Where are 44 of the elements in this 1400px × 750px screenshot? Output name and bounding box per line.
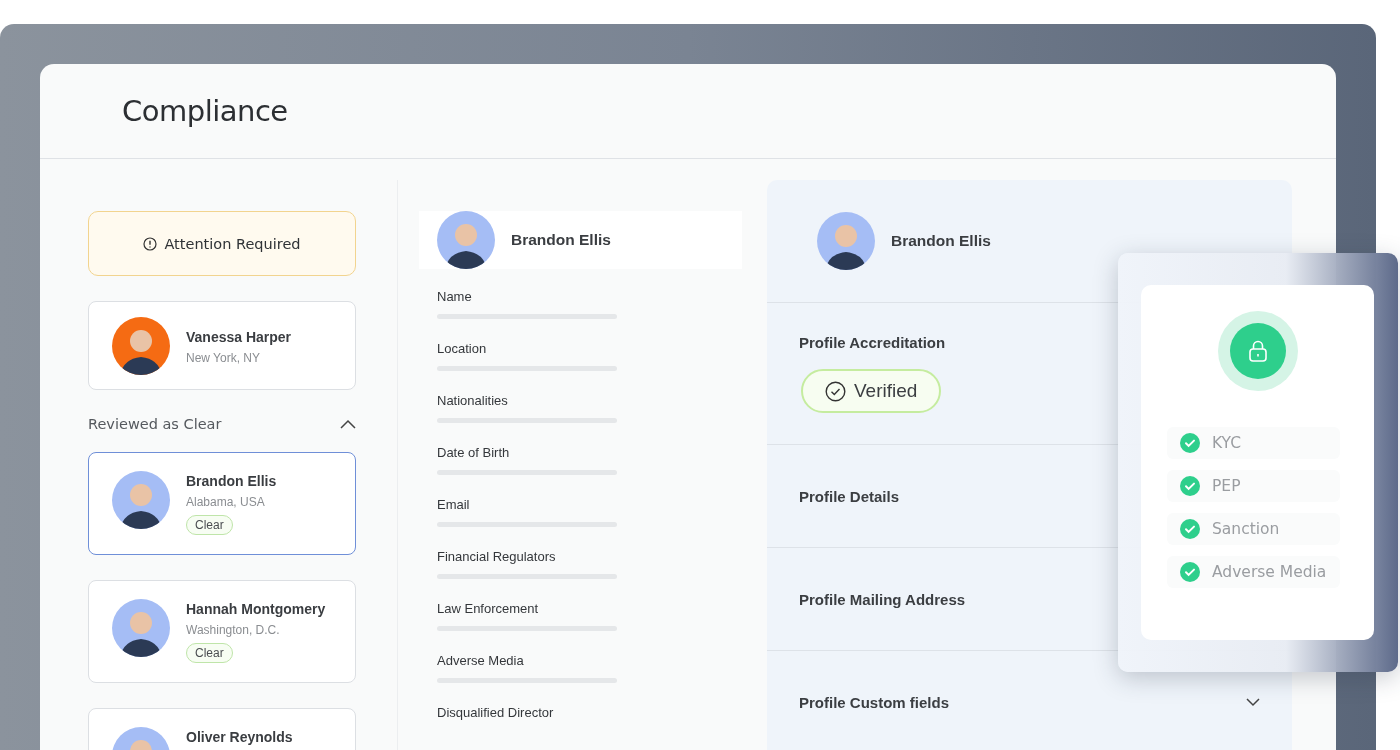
person-location: Alabama, USA bbox=[186, 495, 265, 509]
status-badge: Clear bbox=[186, 515, 233, 535]
page-title: Compliance bbox=[122, 94, 288, 128]
field-label: Name bbox=[437, 289, 473, 304]
field-label: Financial Regulators bbox=[437, 549, 557, 564]
status-badge: Clear bbox=[186, 643, 233, 663]
alert-icon bbox=[143, 236, 158, 251]
person-name: Vanessa Harper bbox=[186, 328, 292, 345]
check-label: KYC bbox=[1212, 434, 1242, 452]
attention-label: Attention Required bbox=[164, 235, 301, 252]
field-label: Law Enforcement bbox=[437, 601, 540, 616]
profile-name: Brandon Ellis bbox=[511, 231, 611, 249]
person-card[interactable]: Brandon Ellis Alabama, USA Clear bbox=[88, 452, 356, 555]
person-name: Oliver Reynolds bbox=[186, 729, 293, 745]
avatar bbox=[112, 599, 170, 657]
verified-badge: Verified bbox=[801, 369, 942, 413]
field-label: Adverse Media bbox=[437, 653, 525, 668]
person-name: Hannah Montgomery bbox=[186, 601, 326, 617]
person-location: Washington, D.C. bbox=[186, 623, 280, 637]
person-card[interactable]: Oliver Reynolds bbox=[88, 708, 356, 750]
person-name: Brandon Ellis bbox=[186, 473, 277, 489]
field-label: Email bbox=[437, 497, 471, 512]
field-label: Nationalities bbox=[437, 393, 509, 408]
check-label: PEP bbox=[1212, 477, 1241, 495]
field-label: Location bbox=[437, 341, 488, 356]
collapse-button[interactable] bbox=[340, 419, 356, 429]
profile-name: Brandon Ellis bbox=[891, 232, 991, 250]
person-card[interactable]: Hannah Montgomery Washington, D.C. Clear bbox=[88, 580, 356, 683]
check-label: Adverse Media bbox=[1212, 563, 1327, 581]
person-card[interactable]: Vanessa Harper New York, NY bbox=[88, 301, 356, 390]
section-title: Profile Details bbox=[799, 487, 900, 505]
field-label: Date of Birth bbox=[437, 445, 511, 460]
chevron-button[interactable] bbox=[1246, 697, 1260, 707]
section-label: Reviewed as Clear bbox=[88, 416, 222, 432]
person-location: New York, NY bbox=[186, 350, 261, 365]
section-title: Profile Custom fields bbox=[799, 693, 950, 711]
section-title: Profile Mailing Address bbox=[799, 590, 966, 608]
avatar bbox=[817, 212, 875, 270]
avatar bbox=[437, 211, 495, 269]
check-label: Sanction bbox=[1212, 520, 1280, 538]
section-title: Profile Accreditation bbox=[799, 334, 946, 351]
avatar bbox=[112, 471, 170, 529]
field-label: Disqualified Director bbox=[437, 705, 555, 720]
avatar bbox=[112, 316, 170, 375]
